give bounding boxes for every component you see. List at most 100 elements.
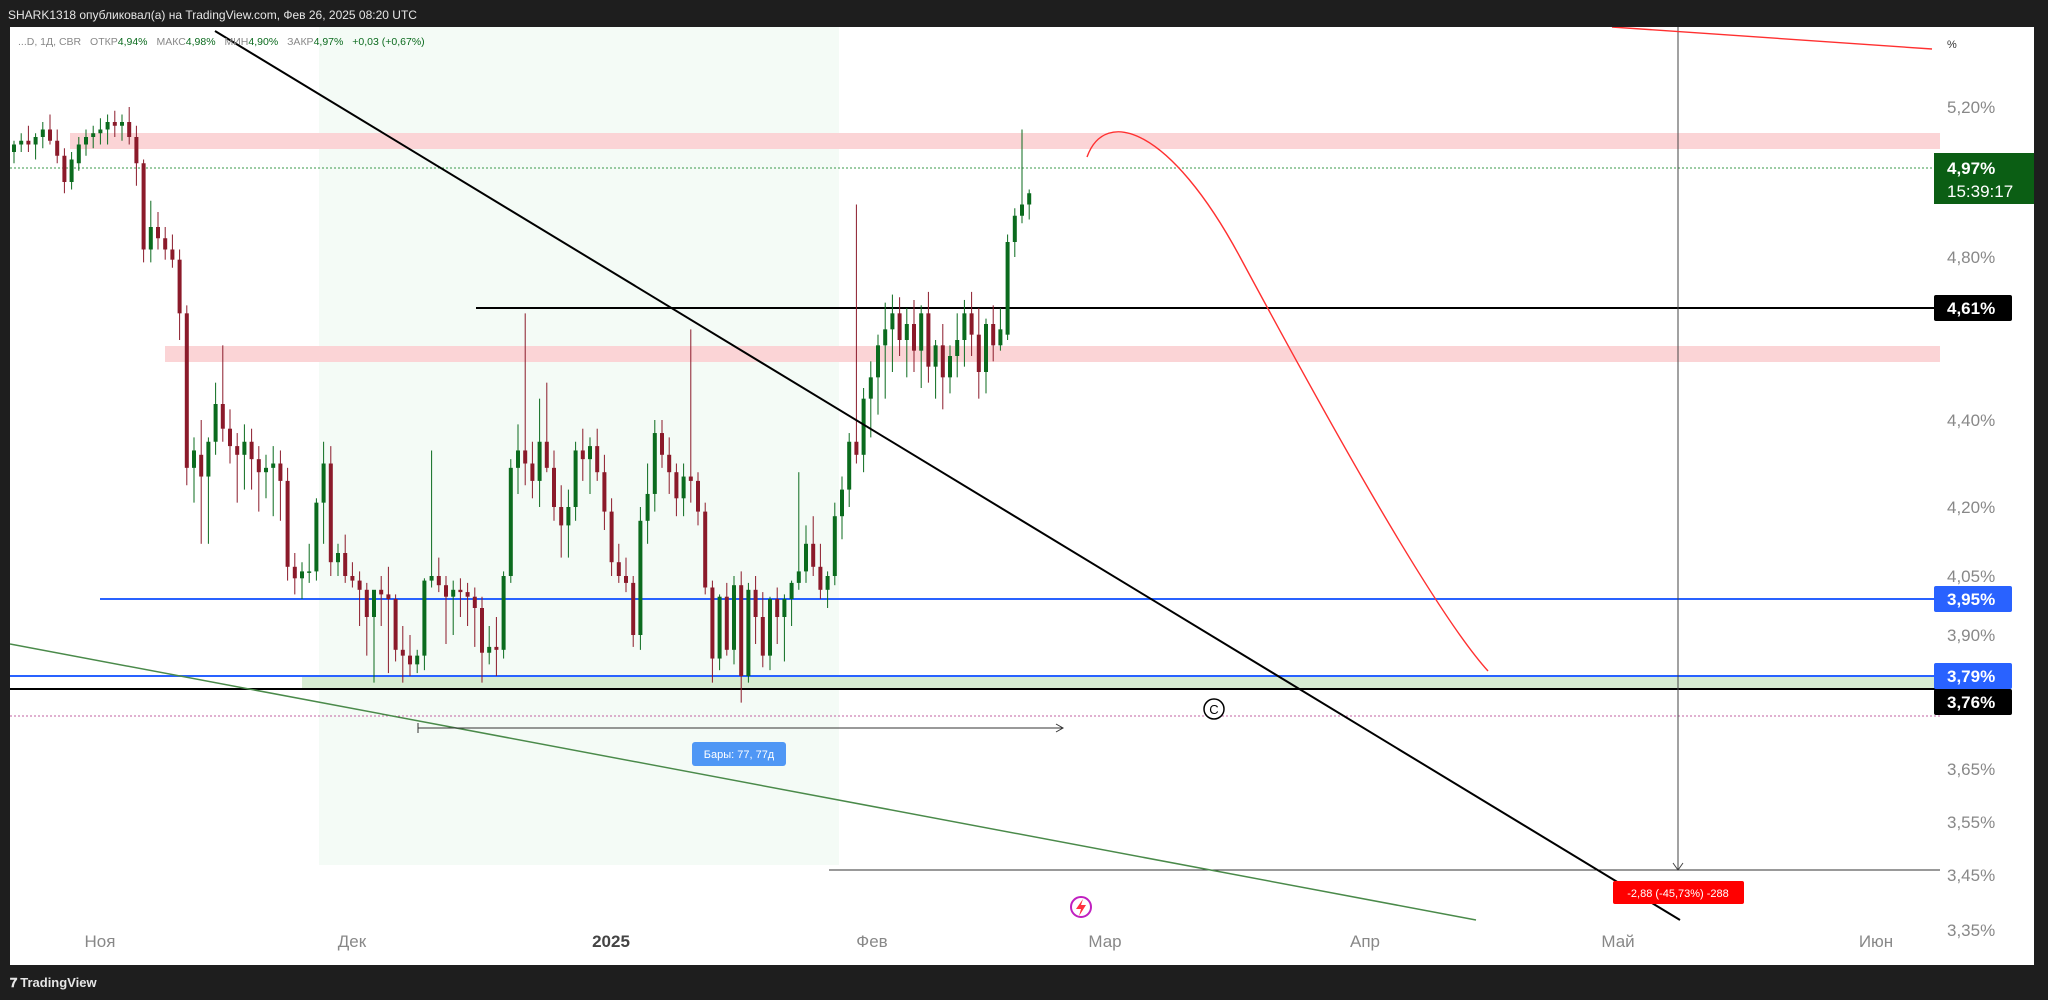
candle-body bbox=[984, 324, 988, 372]
candle-body bbox=[40, 129, 45, 137]
candle-body bbox=[595, 446, 600, 473]
candle-body bbox=[926, 313, 931, 367]
candle-body bbox=[494, 646, 499, 650]
candle-body bbox=[364, 589, 369, 617]
candle-body bbox=[660, 433, 664, 455]
candle-body bbox=[832, 516, 837, 576]
time-axis-label: Июн bbox=[1859, 932, 1893, 951]
candle-body bbox=[98, 129, 103, 134]
time-axis-label: Дек bbox=[338, 932, 367, 951]
candle-body bbox=[69, 159, 74, 182]
candle-body bbox=[256, 459, 261, 473]
publisher-text: SHARK1318 опубликовал(а) на TradingView.… bbox=[8, 8, 417, 22]
candle-body bbox=[357, 580, 362, 590]
candle-body bbox=[847, 441, 852, 490]
candle-body bbox=[890, 313, 895, 330]
candle-body bbox=[760, 617, 765, 656]
candle-body bbox=[724, 596, 729, 650]
candle-body bbox=[271, 463, 276, 468]
legend-open-label: ОТКР bbox=[90, 36, 118, 48]
candle-body bbox=[336, 553, 340, 563]
c-marker[interactable]: C bbox=[1203, 698, 1225, 720]
chart-canvas[interactable]: Бары: 77, 77д -2,88 (-45,73%) -288 C ...… bbox=[9, 26, 2034, 965]
candle-body bbox=[112, 122, 117, 126]
candle-body bbox=[782, 599, 787, 617]
candle-body bbox=[746, 589, 751, 676]
price-tag-3-95-value: 3,95% bbox=[1947, 590, 1995, 609]
candle-body bbox=[199, 454, 204, 477]
candle-body bbox=[688, 476, 693, 481]
price-axis[interactable]: % 5,20%5,00%4,80%4,40%4,20%4,05%3,90%3,6… bbox=[1934, 27, 2034, 965]
time-axis-label: Апр bbox=[1350, 932, 1380, 951]
price-tick-label: 5,20% bbox=[1947, 98, 1995, 117]
legend-change-value: +0,03 (+0,67%) bbox=[352, 36, 424, 48]
candle-body bbox=[192, 450, 196, 468]
candle-body bbox=[429, 576, 434, 581]
last-price-tag-value: 4,97% bbox=[1947, 159, 1995, 178]
candle-body bbox=[501, 576, 506, 650]
candle-body bbox=[940, 345, 945, 378]
candle-body bbox=[969, 313, 974, 335]
candle-body bbox=[883, 329, 888, 346]
candle-body bbox=[321, 463, 326, 503]
candle-body bbox=[631, 582, 636, 635]
candle-body bbox=[213, 404, 218, 442]
candle-body bbox=[904, 324, 909, 340]
candle-body bbox=[674, 472, 679, 499]
price-tick-label: 4,40% bbox=[1947, 411, 1995, 430]
price-tick-label: 4,05% bbox=[1947, 567, 1995, 586]
candle-body bbox=[220, 404, 225, 429]
candle-body bbox=[55, 140, 60, 156]
candle-body bbox=[508, 467, 513, 576]
candle-body bbox=[141, 163, 146, 250]
candle-body bbox=[300, 571, 304, 579]
candle-body bbox=[12, 144, 16, 152]
candle-body bbox=[1005, 242, 1010, 335]
candle-body bbox=[235, 446, 240, 455]
candle-body bbox=[177, 259, 182, 314]
candle-body bbox=[242, 441, 247, 455]
candle-body bbox=[710, 587, 715, 659]
candle-body bbox=[249, 441, 254, 460]
candle-body bbox=[487, 646, 492, 653]
candle-body bbox=[523, 450, 528, 464]
price-range-badge[interactable]: -2,88 (-45,73%) -288 bbox=[1613, 881, 1744, 904]
candle-body bbox=[897, 313, 902, 340]
lightning-icon[interactable] bbox=[1070, 896, 1092, 918]
candle-body bbox=[559, 507, 564, 526]
candle-body bbox=[307, 571, 312, 573]
candle-body bbox=[681, 476, 686, 499]
candle-body bbox=[26, 140, 31, 145]
candle-body bbox=[652, 433, 657, 494]
price-tick-label: 4,80% bbox=[1947, 248, 1995, 267]
candle-body bbox=[818, 566, 823, 590]
candle-body bbox=[573, 450, 578, 507]
chart-pane[interactable]: Бары: 77, 77д -2,88 (-45,73%) -288 C ...… bbox=[9, 26, 2034, 965]
resistance-zone-lower bbox=[165, 346, 1940, 362]
candle-body bbox=[472, 596, 477, 608]
candle-body bbox=[796, 571, 801, 583]
candle-body bbox=[775, 599, 780, 617]
candle-body bbox=[1012, 215, 1017, 242]
candle-body bbox=[148, 227, 153, 250]
time-axis-label: 2025 bbox=[592, 932, 630, 951]
candle-body bbox=[638, 520, 643, 635]
candle-body bbox=[184, 313, 189, 468]
tradingview-logo[interactable]: 𝟕 TradingView bbox=[10, 975, 97, 991]
candle-body bbox=[566, 507, 571, 526]
legend-high-value: 4,98% bbox=[186, 36, 216, 48]
candle-body bbox=[739, 585, 744, 676]
price-tag-3-76-value: 3,76% bbox=[1947, 693, 1995, 712]
candle-body bbox=[789, 582, 794, 599]
candle-body bbox=[667, 454, 672, 473]
price-tick-label: 3,65% bbox=[1947, 760, 1995, 779]
c-marker-label: C bbox=[1209, 702, 1218, 717]
candle-body bbox=[991, 324, 996, 346]
candle-body bbox=[163, 238, 168, 250]
legend-low-value: 4,90% bbox=[248, 36, 278, 48]
candle-body bbox=[825, 576, 830, 590]
candle-body bbox=[228, 428, 232, 447]
candle-body bbox=[264, 467, 268, 473]
support-zone bbox=[302, 676, 1940, 689]
candle-body bbox=[48, 129, 52, 141]
